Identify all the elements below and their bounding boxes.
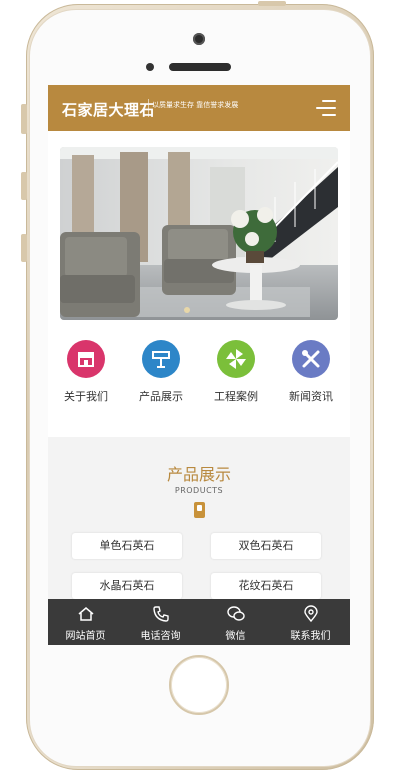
section-title: 产品展示 (166, 465, 231, 484)
banner-image[interactable] (60, 147, 338, 320)
home-icon (78, 607, 93, 621)
bottom-tab-bar: 网站首页 电话咨询 微信 联系我们 (48, 599, 350, 645)
nav-label: 新闻资讯 (289, 390, 333, 403)
header-divider (148, 99, 149, 117)
phone-device-icon (194, 502, 205, 518)
shop-icon (67, 340, 105, 378)
living-room-photo (60, 147, 338, 320)
tab-home[interactable]: 网站首页 (48, 599, 123, 645)
hamburger-menu-icon[interactable] (316, 99, 336, 117)
site-title: 石家居大理石 (62, 101, 156, 119)
nav-label: 工程案例 (214, 390, 258, 403)
section-subtitle: PRODUCTS (174, 486, 224, 495)
category-button[interactable]: 水晶石英石 (72, 573, 182, 599)
earpiece-speaker (169, 63, 231, 71)
tab-label: 电话咨询 (140, 631, 181, 642)
quick-nav: 关于我们 产品展示 工程案例 新闻资讯 (48, 340, 350, 410)
nav-label: 产品展示 (139, 390, 183, 403)
power-button (258, 1, 286, 6)
mute-switch (21, 104, 27, 134)
site-header: 石家居大理石 以质量求生存 靠信誉求发展 (48, 85, 350, 131)
nav-label: 关于我们 (64, 390, 108, 403)
product-icon (142, 340, 180, 378)
volume-down-button (21, 234, 27, 262)
phone-icon (152, 606, 169, 622)
nav-item-about[interactable]: 关于我们 (56, 340, 116, 404)
pinwheel-icon (217, 340, 255, 378)
location-pin-icon (303, 605, 318, 623)
tab-phone[interactable]: 电话咨询 (123, 599, 198, 645)
tab-contact[interactable]: 联系我们 (273, 599, 348, 645)
volume-up-button (21, 172, 27, 200)
tab-wechat[interactable]: 微信 (198, 599, 273, 645)
site-slogan: 以质量求生存 靠信誉求发展 (152, 101, 239, 109)
wechat-icon (226, 606, 245, 621)
proximity-sensor (146, 63, 154, 71)
category-button[interactable]: 花纹石英石 (211, 573, 321, 599)
nav-item-products[interactable]: 产品展示 (131, 340, 191, 404)
screen: 石家居大理石 以质量求生存 靠信誉求发展 关于我们 产品展示 工程案例 新闻资讯… (48, 85, 350, 645)
front-camera (193, 33, 205, 45)
tab-label: 微信 (225, 631, 246, 642)
nav-item-news[interactable]: 新闻资讯 (281, 340, 341, 404)
banner-indicator-dot[interactable] (184, 307, 190, 313)
tab-label: 联系我们 (290, 631, 331, 642)
category-button[interactable]: 双色石英石 (211, 533, 321, 559)
category-button[interactable]: 单色石英石 (72, 533, 182, 559)
nav-item-cases[interactable]: 工程案例 (206, 340, 266, 404)
home-button[interactable] (169, 655, 229, 715)
tab-label: 网站首页 (65, 631, 106, 642)
tools-icon (292, 340, 330, 378)
